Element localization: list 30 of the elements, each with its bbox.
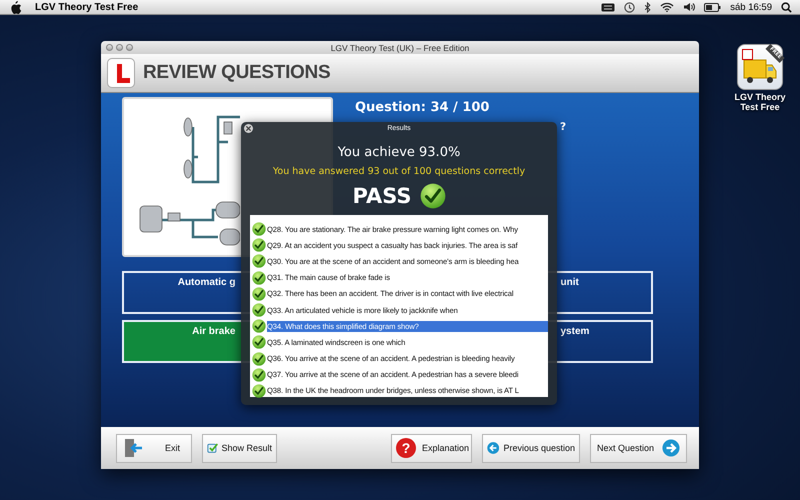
close-button[interactable] (244, 124, 253, 133)
battery-icon[interactable] (704, 2, 722, 12)
window-title: LGV Theory Test (UK) – Free Edition (330, 42, 470, 52)
checkmark-icon (420, 183, 446, 209)
question-mark-icon: ? (396, 438, 416, 458)
page-title: REVIEW QUESTIONS (143, 62, 330, 84)
clock-icon[interactable] (624, 2, 636, 12)
keyboard-icon[interactable] (601, 2, 616, 12)
result-verdict: PASS (352, 184, 412, 208)
wifi-icon[interactable] (660, 2, 674, 12)
bluetooth-icon[interactable] (644, 2, 652, 12)
menu-clock[interactable]: sáb 16:59 (730, 2, 772, 12)
search-icon[interactable] (781, 2, 792, 12)
next-button[interactable]: Next Question (590, 434, 687, 462)
close-icon (245, 125, 252, 132)
summary-text: You have answered 93 out of 100 questions correctly (272, 166, 526, 177)
question-number: Question: 34 / 100 (355, 100, 490, 115)
app-icon-label[interactable]: LGV Theory Test Free (734, 92, 786, 112)
speaker-icon[interactable] (683, 2, 696, 12)
exit-door-icon (123, 438, 143, 458)
score-text: You achieve 93.0% (338, 145, 460, 160)
exit-button[interactable]: Exit (116, 434, 192, 462)
l-plate-icon (107, 58, 135, 88)
apple-icon[interactable] (10, 0, 22, 14)
explanation-button[interactable]: ? Explanation (391, 434, 472, 462)
result-button[interactable]: Show Result (202, 434, 277, 462)
menu-app-name[interactable]: LGV Theory Test Free (35, 2, 138, 12)
l-plate-icon (742, 49, 753, 60)
previous-button[interactable]: Previous question (482, 434, 580, 462)
question-text: ? (560, 121, 566, 133)
